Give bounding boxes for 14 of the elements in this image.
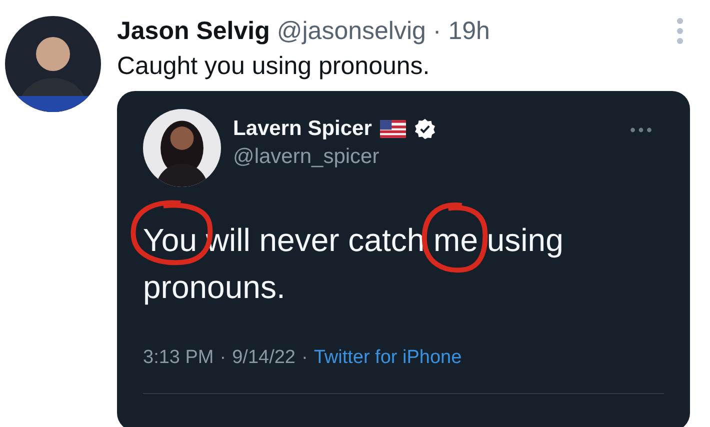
separator-dot: · [432,16,442,46]
tweet-time: 3:13 PM [143,347,214,369]
quoted-author-handle[interactable]: @lavern_spicer [233,145,436,169]
quoted-author-name[interactable]: Lavern Spicer [233,117,372,141]
tweet-date: 9/14/22 [232,347,296,369]
tweet-text: Caught you using pronouns. [117,52,431,81]
more-options-icon[interactable] [630,127,652,133]
separator-dot: · [302,347,308,369]
source-link[interactable]: Twitter for iPhone [314,347,462,369]
separator-dot: · [220,347,226,369]
author-handle[interactable]: @jasonselvig [276,16,426,46]
author-name[interactable]: Jason Selvig [117,16,270,46]
flag-icon [380,120,406,138]
tweet-time[interactable]: 19h [448,16,490,46]
